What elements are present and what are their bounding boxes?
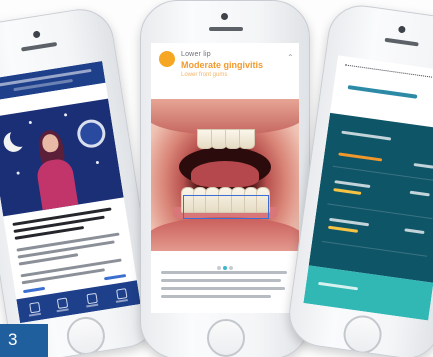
- speaker-grille: [209, 27, 243, 31]
- teeth-tab-icon[interactable]: [86, 292, 98, 305]
- results-panel: [308, 112, 433, 283]
- promo-scene: Lower lip Moderate gingivitis Lower fron…: [0, 0, 433, 357]
- speaker-grille: [21, 41, 58, 52]
- center-phone-screen: Lower lip Moderate gingivitis Lower fron…: [151, 43, 299, 313]
- mouth-photo: [151, 99, 299, 251]
- status-bar: [344, 64, 433, 83]
- finding-severity-dot: [159, 51, 175, 67]
- home-button[interactable]: [207, 319, 245, 357]
- star-icon: [16, 171, 20, 175]
- lower-lip: [151, 217, 299, 251]
- upper-tooth: [239, 129, 255, 149]
- finding-name: Lower lip: [181, 51, 211, 58]
- finding-row-label[interactable]: [338, 152, 383, 162]
- finding-row-value: [409, 190, 430, 197]
- step-number-badge: 3: [0, 324, 48, 357]
- carousel-dots[interactable]: [151, 257, 299, 270]
- front-camera: [221, 13, 228, 20]
- home-button[interactable]: [341, 313, 385, 356]
- clock-icon: [75, 117, 108, 150]
- speaker-grille: [384, 37, 419, 47]
- home-tab-icon[interactable]: [29, 301, 41, 314]
- finding-row-status: [333, 188, 362, 195]
- bottom-tab-bar: [16, 280, 141, 324]
- star-icon: [63, 113, 68, 117]
- person-body: [35, 157, 79, 213]
- left-phone: [0, 4, 162, 357]
- star-icon: [95, 160, 100, 165]
- results-title: [347, 85, 418, 99]
- description-text: [161, 295, 271, 298]
- profile-tab-icon[interactable]: [116, 288, 128, 300]
- finding-row-label[interactable]: [329, 217, 370, 227]
- gingivitis-highlight-box[interactable]: [183, 195, 269, 219]
- center-phone: Lower lip Moderate gingivitis Lower fron…: [140, 0, 310, 357]
- description-text: [161, 279, 281, 282]
- tongue: [191, 161, 259, 187]
- chevron-up-icon[interactable]: ⌃: [287, 53, 294, 62]
- results-label: [341, 130, 392, 141]
- finding-title: Moderate gingivitis: [181, 60, 264, 70]
- home-button[interactable]: [64, 314, 108, 357]
- finding-row-value: [404, 228, 425, 235]
- description-text: [161, 287, 285, 290]
- finding-row-value: [413, 162, 433, 169]
- calendar-tab-icon[interactable]: [56, 297, 69, 309]
- article-link[interactable]: [22, 286, 46, 294]
- right-phone-screen: [303, 55, 433, 321]
- description-text: [161, 271, 287, 274]
- continue-button-label: [318, 281, 359, 291]
- front-camera: [397, 25, 406, 34]
- article-link[interactable]: [103, 273, 127, 281]
- step-number: 3: [8, 330, 18, 349]
- left-phone-screen: [0, 61, 141, 324]
- sleep-illustration: [0, 98, 124, 217]
- finding-subtitle: Lower front gums: [181, 72, 228, 78]
- star-icon: [28, 120, 33, 125]
- front-camera: [32, 30, 41, 39]
- finding-row-label[interactable]: [334, 180, 371, 189]
- finding-row-status: [327, 225, 359, 233]
